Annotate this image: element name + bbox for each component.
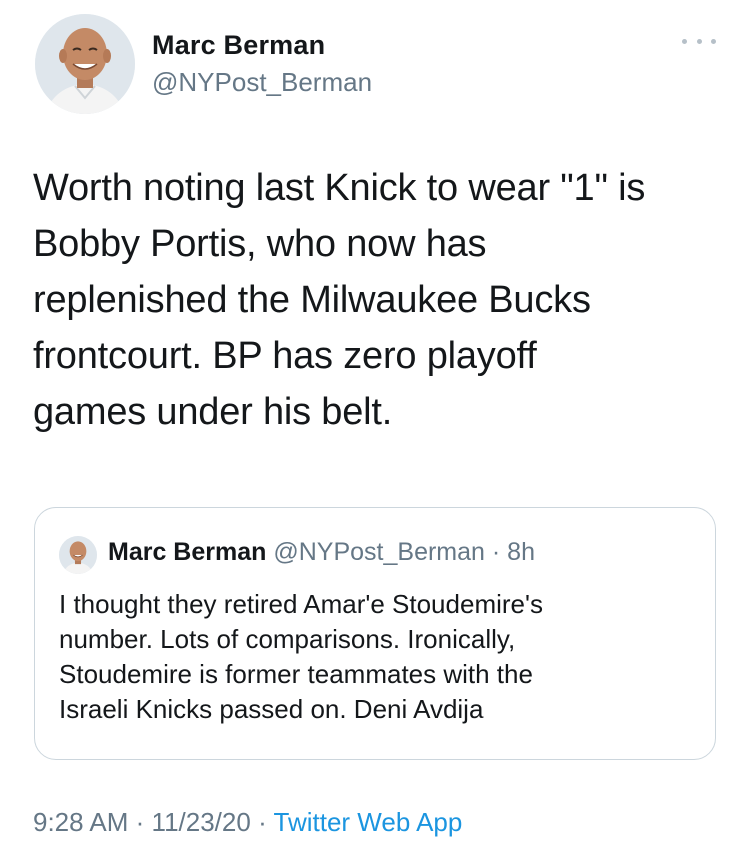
tweet-text: Worth noting last Knick to wear "1" is B… <box>33 167 646 433</box>
author-handle[interactable]: @NYPost_Berman <box>152 67 372 98</box>
meta-separator: · <box>135 807 145 837</box>
more-dot <box>711 38 716 44</box>
more-dot <box>696 38 702 44</box>
quoted-timestamp: 8h <box>507 538 535 566</box>
quoted-author-name: Marc Berman <box>108 538 267 566</box>
meta-separator: · <box>258 807 267 837</box>
author-name[interactable]: Marc Berman <box>152 30 325 61</box>
quoted-header: Marc Berman @NYPost_Berman · 8h <box>108 538 535 567</box>
quoted-text: I thought they retired Amar'e Stoudemire… <box>59 589 543 724</box>
tweet-time[interactable]: 9:28 AM <box>33 807 128 837</box>
quoted-author-handle: @NYPost_Berman <box>273 538 485 566</box>
tweet-date[interactable]: 11/23/20 <box>152 807 251 837</box>
more-dot <box>682 38 687 44</box>
tweet-meta: 9:28 AM · 11/23/20 · Twitter Web App <box>33 807 462 838</box>
quoted-author-avatar <box>59 536 97 574</box>
tweet-source-link[interactable]: Twitter Web App <box>274 807 463 837</box>
quoted-tweet[interactable]: Marc Berman @NYPost_Berman · 8h I though… <box>34 507 716 760</box>
more-horizontal-icon[interactable] <box>682 34 716 48</box>
author-avatar[interactable] <box>35 14 135 114</box>
quoted-separator: · <box>491 538 501 566</box>
tweet-card: Marc Berman @NYPost_Berman Worth noting … <box>0 0 750 863</box>
